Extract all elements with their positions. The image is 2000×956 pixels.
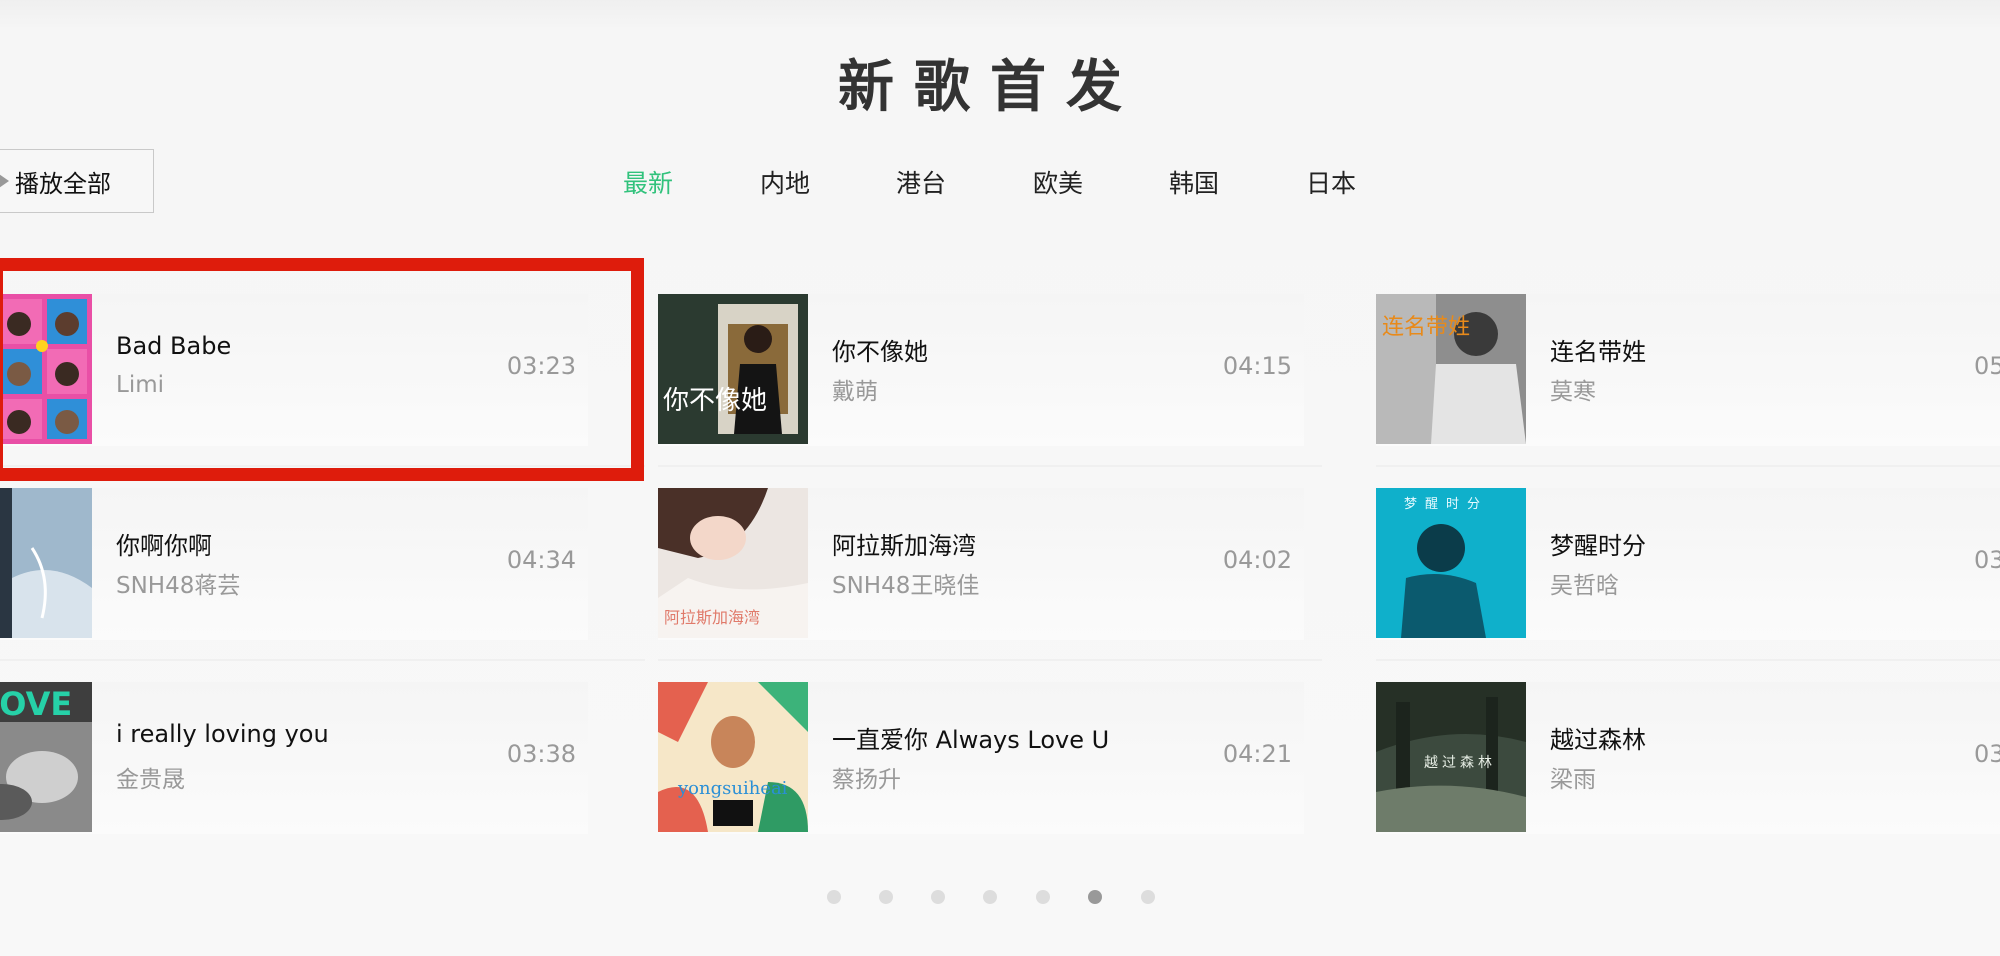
page-dot[interactable]	[983, 890, 997, 904]
tab-japan[interactable]: 日本	[1306, 164, 1356, 200]
row-divider	[1376, 465, 2000, 467]
song-card[interactable]: Bad Babe Limi 03:23	[0, 294, 588, 446]
song-title[interactable]: 你不像她	[832, 332, 928, 367]
song-duration: 03	[1974, 546, 2000, 574]
page-dot[interactable]	[1036, 890, 1050, 904]
song-title[interactable]: 越过森林	[1550, 720, 1646, 755]
album-cover[interactable]: yongsuiheai	[658, 682, 808, 832]
song-title[interactable]: Bad Babe	[116, 332, 231, 360]
album-cover[interactable]: 你不像她	[658, 294, 808, 444]
page-dot[interactable]	[1141, 890, 1155, 904]
singer-name[interactable]: 梁雨	[1550, 760, 1596, 794]
tab-hk-tw[interactable]: 港台	[896, 164, 946, 200]
row-divider	[658, 659, 1322, 661]
album-cover[interactable]: 阿拉斯加海湾	[658, 488, 808, 638]
song-card[interactable]: 梦醒时分 梦醒时分 吴哲晗 03	[1376, 488, 2000, 640]
cover-text: 阿拉斯加海湾	[664, 608, 760, 627]
song-duration: 03:23	[506, 352, 576, 380]
section-title: 新歌首发	[838, 55, 1142, 120]
song-title[interactable]: 连名带姓	[1550, 332, 1646, 367]
cover-text: 梦醒时分	[1404, 497, 1488, 512]
singer-name[interactable]: 吴哲晗	[1550, 566, 1619, 600]
row-divider	[0, 659, 645, 661]
song-duration: 03	[1974, 740, 2000, 768]
song-card[interactable]: yongsuiheai 一直爱你 Always Love U 蔡扬升 04:21	[658, 682, 1304, 834]
tab-latest[interactable]: 最新	[623, 164, 673, 200]
song-duration: 03:38	[506, 740, 576, 768]
song-title[interactable]: 阿拉斯加海湾	[832, 526, 976, 561]
page-dot[interactable]	[879, 890, 893, 904]
tab-korea[interactable]: 韩国	[1169, 164, 1219, 200]
song-duration: 04:21	[1222, 740, 1292, 768]
song-title[interactable]: i really loving you	[116, 720, 329, 748]
album-cover[interactable]	[0, 488, 92, 638]
pagination-dots	[0, 890, 2000, 910]
album-cover[interactable]: 连名带姓	[1376, 294, 1526, 444]
row-divider	[658, 465, 1322, 467]
page-dot[interactable]	[931, 890, 945, 904]
song-title[interactable]: 梦醒时分	[1550, 526, 1646, 561]
album-cover[interactable]: 越过森林	[1376, 682, 1526, 832]
song-card[interactable]: 越过森林 越过森林 梁雨 03	[1376, 682, 2000, 834]
singer-name[interactable]: SNH48王晓佳	[832, 566, 979, 600]
song-title[interactable]: 一直爱你 Always Love U	[832, 720, 1109, 755]
cover-text: LOVE	[0, 685, 72, 723]
song-card[interactable]: 连名带姓 连名带姓 莫寒 05	[1376, 294, 2000, 446]
singer-name[interactable]: 金贵晟	[116, 760, 185, 794]
tab-western[interactable]: 欧美	[1033, 164, 1083, 200]
singer-name[interactable]: 戴萌	[832, 372, 878, 406]
song-card[interactable]: 你不像她 你不像她 戴萌 04:15	[658, 294, 1304, 446]
album-cover[interactable]	[0, 294, 92, 444]
cover-text: 你不像她	[663, 386, 767, 416]
song-title[interactable]: 你啊你啊	[116, 526, 212, 561]
cover-text: 越过森林	[1424, 755, 1496, 771]
song-duration: 04:34	[506, 546, 576, 574]
album-cover[interactable]: LOVE	[0, 682, 92, 832]
cover-text: yongsuiheai	[677, 778, 788, 799]
cover-text: 连名带姓	[1382, 315, 1470, 340]
singer-name[interactable]: Limi	[116, 372, 164, 398]
singer-name[interactable]: 莫寒	[1550, 372, 1596, 406]
song-card[interactable]: LOVE i really loving you 金贵晟 03:38	[0, 682, 588, 834]
region-tabs: 最新 内地 港台 欧美 韩国 日本	[0, 164, 2000, 204]
song-duration: 04:02	[1222, 546, 1292, 574]
singer-name[interactable]: 蔡扬升	[832, 760, 901, 794]
row-divider	[1376, 659, 2000, 661]
album-cover[interactable]: 梦醒时分	[1376, 488, 1526, 638]
row-divider	[0, 465, 645, 467]
song-card[interactable]: 你啊你啊 SNH48蒋芸 04:34	[0, 488, 588, 640]
song-duration: 05	[1974, 352, 2000, 380]
page-dot-active[interactable]	[1088, 890, 1102, 904]
song-duration: 04:15	[1222, 352, 1292, 380]
page-dot[interactable]	[827, 890, 841, 904]
tab-mainland[interactable]: 内地	[760, 164, 810, 200]
singer-name[interactable]: SNH48蒋芸	[116, 566, 240, 600]
song-card[interactable]: 阿拉斯加海湾 阿拉斯加海湾 SNH48王晓佳 04:02	[658, 488, 1304, 640]
